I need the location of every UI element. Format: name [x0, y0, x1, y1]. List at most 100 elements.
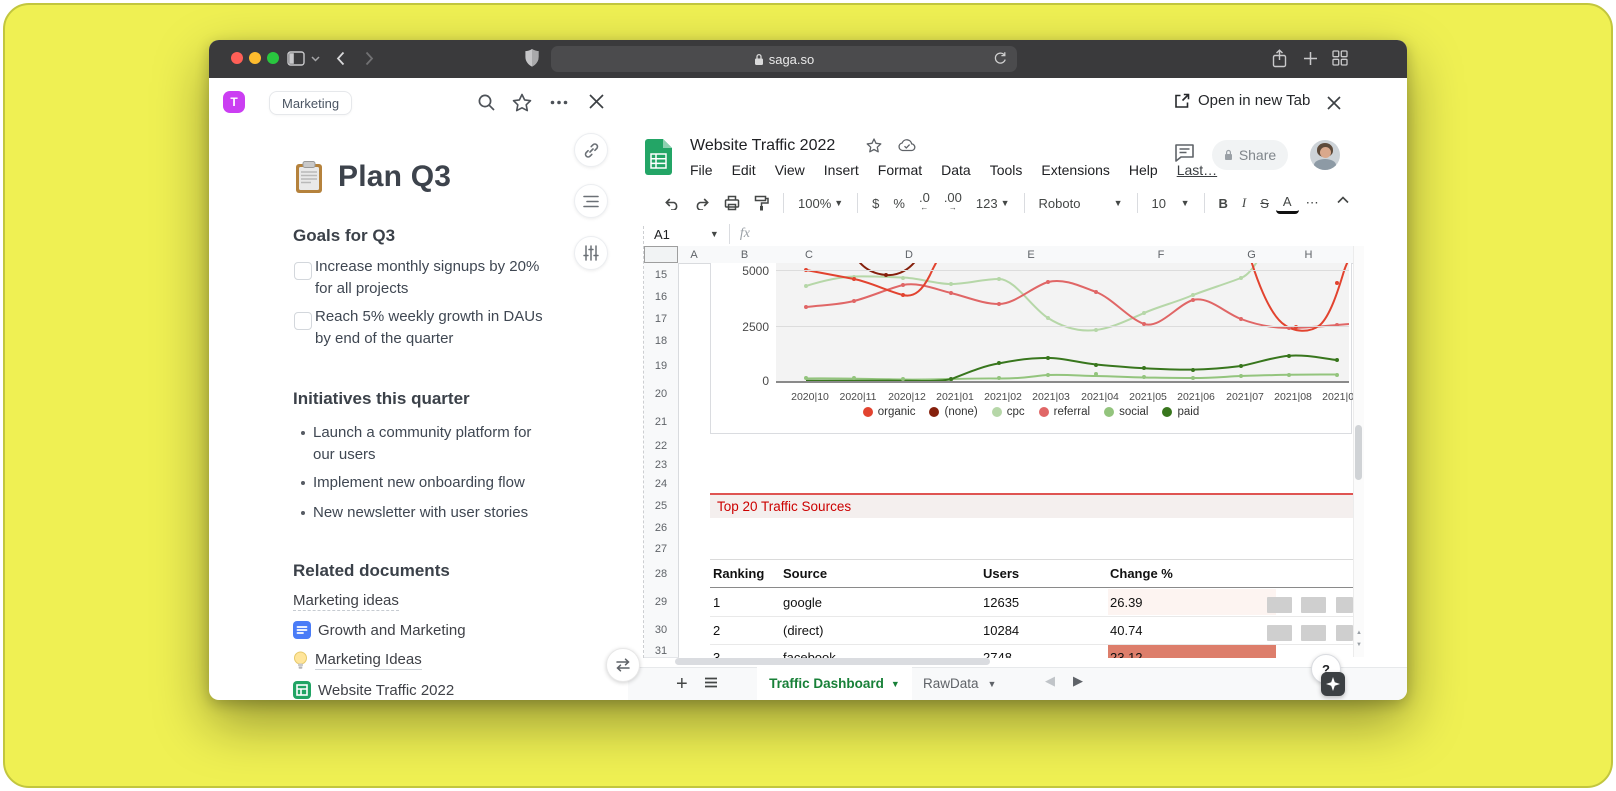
- row-header[interactable]: 29: [644, 588, 679, 617]
- row-header[interactable]: 18: [644, 330, 679, 353]
- menu-data[interactable]: Data: [941, 162, 971, 178]
- user-avatar[interactable]: [1310, 140, 1340, 170]
- table-cell-users[interactable]: 10284: [983, 623, 1019, 638]
- open-in-new-tab-button[interactable]: Open in new Tab: [1174, 92, 1310, 109]
- format-percent-button[interactable]: %: [886, 191, 912, 215]
- row-header[interactable]: 17: [644, 308, 679, 331]
- sidebar-toggle-icon[interactable]: [287, 51, 305, 66]
- row-header[interactable]: 26: [644, 518, 679, 539]
- row-header[interactable]: 22: [644, 436, 679, 456]
- row-header[interactable]: 31: [644, 644, 679, 658]
- increase-decimals-button[interactable]: .00→: [937, 191, 969, 215]
- select-all-corner[interactable]: [644, 246, 678, 263]
- workspace-avatar[interactable]: T: [223, 91, 245, 113]
- list-item[interactable]: Implement new onboarding flow: [313, 472, 545, 494]
- tab-rawdata[interactable]: RawData ▼: [923, 667, 996, 700]
- back-icon[interactable]: [336, 51, 345, 66]
- table-cell-source[interactable]: facebook: [783, 650, 836, 658]
- related-doc-link[interactable]: Marketing Ideas: [293, 651, 422, 670]
- font-select[interactable]: Roboto▼: [1032, 191, 1130, 215]
- table-header[interactable]: Source: [783, 566, 827, 581]
- number-format-select[interactable]: 123▼: [969, 191, 1017, 215]
- table-cell-change[interactable]: 23.12: [1110, 650, 1143, 658]
- more-toolbar-button[interactable]: ⋯: [1299, 191, 1326, 215]
- search-icon[interactable]: [477, 93, 496, 112]
- list-item[interactable]: Launch a community platform for our user…: [313, 422, 545, 466]
- cloud-saved-icon[interactable]: [898, 139, 916, 152]
- tab-menu-caret-icon[interactable]: ▼: [988, 679, 997, 689]
- checkbox[interactable]: [294, 262, 312, 280]
- table-cell-ranking[interactable]: 3: [713, 650, 720, 658]
- column-header[interactable]: G: [1239, 246, 1265, 264]
- scroll-down-arrow[interactable]: ▼: [1356, 642, 1362, 648]
- related-doc-link[interactable]: Growth and Marketing: [293, 621, 466, 639]
- row-header[interactable]: 15: [644, 263, 679, 287]
- menu-format[interactable]: Format: [878, 162, 922, 178]
- row-header[interactable]: 28: [644, 559, 679, 589]
- decrease-decimals-button[interactable]: .0←: [912, 191, 937, 215]
- close-panel-icon[interactable]: [588, 93, 605, 110]
- table-cell-users[interactable]: 12635: [983, 595, 1019, 610]
- related-doc-link[interactable]: Website Traffic 2022: [293, 681, 454, 699]
- table-cell-change[interactable]: 40.74: [1110, 623, 1143, 638]
- bold-button[interactable]: B: [1212, 191, 1235, 215]
- close-embed-icon[interactable]: [1326, 95, 1342, 111]
- italic-button[interactable]: I: [1235, 191, 1253, 215]
- horizontal-scrollbar-thumb[interactable]: [675, 658, 990, 665]
- text-color-button[interactable]: A: [1276, 193, 1299, 214]
- menu-extensions[interactable]: Extensions: [1041, 162, 1109, 178]
- column-header[interactable]: F: [1083, 246, 1240, 264]
- column-header[interactable]: D: [839, 246, 980, 264]
- column-header[interactable]: H: [1264, 246, 1354, 264]
- share-button[interactable]: Share: [1212, 140, 1288, 170]
- forward-icon[interactable]: [365, 51, 374, 66]
- more-options-icon[interactable]: [550, 100, 568, 105]
- tab-overview-icon[interactable]: [1332, 50, 1348, 66]
- checkbox[interactable]: [294, 312, 312, 330]
- table-header[interactable]: Change %: [1110, 566, 1173, 581]
- comments-icon[interactable]: [1174, 143, 1195, 163]
- row-header[interactable]: 24: [644, 474, 679, 495]
- privacy-shield-icon[interactable]: [524, 48, 540, 68]
- all-sheets-icon[interactable]: [704, 677, 718, 689]
- font-size-select[interactable]: 10▼: [1145, 191, 1197, 215]
- minimize-window-button[interactable]: [249, 52, 261, 64]
- table-cell-source[interactable]: google: [783, 595, 822, 610]
- tab-menu-caret-icon[interactable]: ▼: [891, 679, 900, 689]
- table-cell-source[interactable]: (direct): [783, 623, 823, 638]
- scrollbar-thumb[interactable]: [1355, 425, 1362, 480]
- menu-file[interactable]: File: [690, 162, 713, 178]
- table-header[interactable]: Ranking: [713, 566, 764, 581]
- copy-link-button[interactable]: [574, 133, 608, 167]
- menu-insert[interactable]: Insert: [824, 162, 859, 178]
- row-header[interactable]: 27: [644, 538, 679, 560]
- column-header[interactable]: A: [678, 246, 711, 264]
- filters-button[interactable]: [574, 236, 608, 270]
- row-header[interactable]: 19: [644, 352, 679, 381]
- favorite-star-icon[interactable]: [512, 93, 532, 112]
- menu-view[interactable]: View: [775, 162, 805, 178]
- row-header[interactable]: 30: [644, 616, 679, 645]
- close-window-button[interactable]: [231, 52, 243, 64]
- menu-edit[interactable]: Edit: [732, 162, 756, 178]
- format-currency-button[interactable]: $: [865, 191, 886, 215]
- goal-item[interactable]: Reach 5% weekly growth in DAUs by end of…: [315, 306, 551, 350]
- name-box-caret-icon[interactable]: ▼: [710, 229, 719, 239]
- share-icon[interactable]: [1272, 49, 1287, 68]
- strikethrough-button[interactable]: S: [1253, 191, 1276, 215]
- spreadsheet-title[interactable]: Website Traffic 2022: [690, 137, 835, 155]
- menu-tools[interactable]: Tools: [990, 162, 1023, 178]
- add-sheet-button[interactable]: +: [676, 673, 688, 696]
- print-icon[interactable]: [717, 191, 747, 215]
- tabs-scroll-left-icon[interactable]: ◀: [1045, 673, 1055, 689]
- collapse-toolbar-icon[interactable]: [1337, 196, 1349, 204]
- row-header[interactable]: 20: [644, 380, 679, 409]
- related-doc-link[interactable]: Marketing ideas: [293, 592, 399, 611]
- list-item[interactable]: New newsletter with user stories: [313, 502, 545, 524]
- zoom-select[interactable]: 100%▼: [791, 191, 850, 215]
- goal-item[interactable]: Increase monthly signups by 20% for all …: [315, 256, 551, 300]
- row-header[interactable]: 23: [644, 455, 679, 475]
- saga-ai-button[interactable]: [1321, 672, 1345, 696]
- table-cell-change[interactable]: 26.39: [1110, 595, 1143, 610]
- row-header[interactable]: 16: [644, 286, 679, 309]
